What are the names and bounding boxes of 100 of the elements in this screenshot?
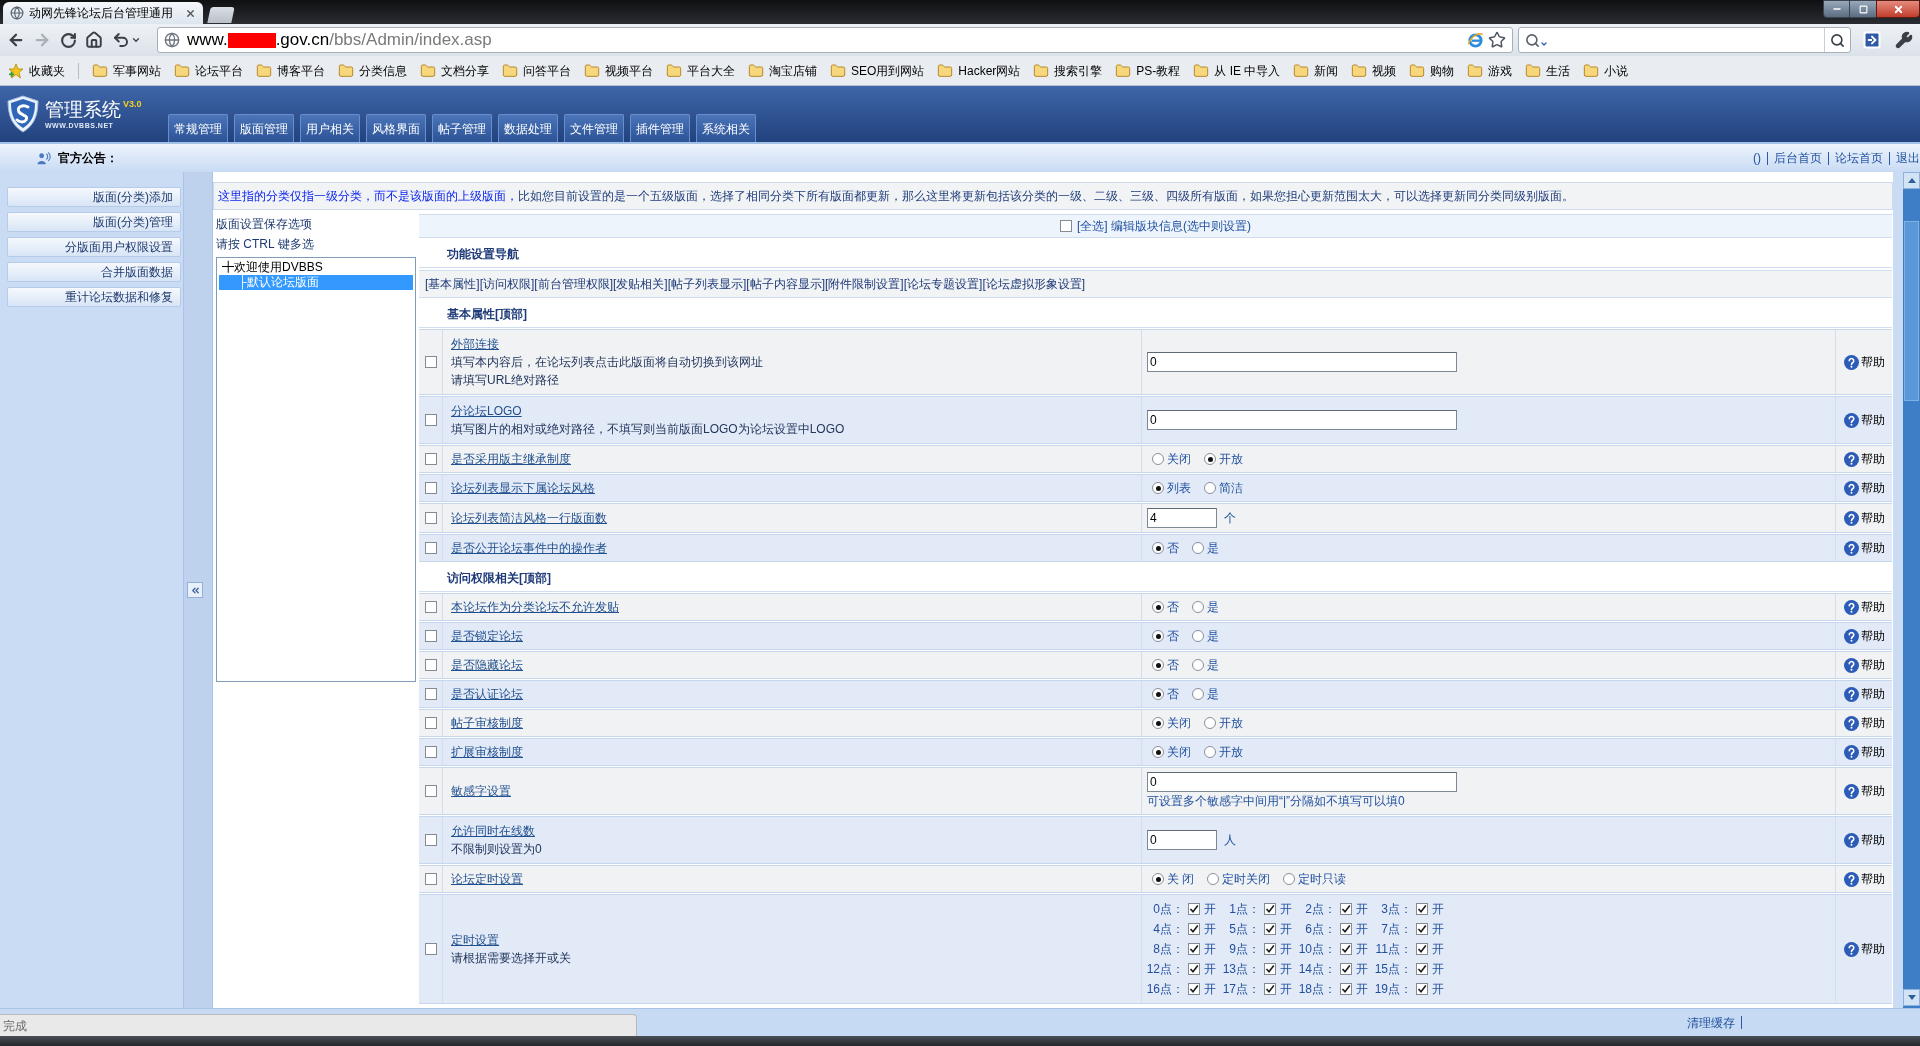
setting-link[interactable]: 是否公开论坛事件中的操作者: [451, 539, 607, 557]
favorites-button[interactable]: 收藏夹: [8, 59, 65, 82]
nav-tab[interactable]: 风格界面: [366, 114, 426, 142]
bookmark-folder[interactable]: 论坛平台: [174, 59, 243, 82]
radio-button[interactable]: [1207, 873, 1220, 885]
close-button[interactable]: [1876, 0, 1920, 18]
setting-link[interactable]: 允许同时在线数: [451, 822, 535, 840]
sidebar-menu-item[interactable]: 合并版面数据: [7, 262, 181, 282]
bookmark-folder[interactable]: SEO用到网站: [830, 59, 925, 82]
checkbox[interactable]: [1188, 943, 1200, 955]
radio-button[interactable]: [1152, 542, 1164, 554]
bookmark-folder[interactable]: 购物: [1409, 59, 1455, 82]
checkbox[interactable]: [424, 482, 437, 494]
radio-button[interactable]: [1152, 717, 1164, 729]
collapse-button[interactable]: [187, 582, 203, 598]
nav-tab[interactable]: 常规管理: [168, 114, 228, 142]
help-link[interactable]: 帮助: [1844, 743, 1885, 761]
help-link[interactable]: 帮助: [1844, 870, 1885, 888]
help-link[interactable]: 帮助: [1844, 656, 1885, 674]
sidebar-menu-item[interactable]: 分版面用户权限设置: [7, 237, 181, 257]
bookmark-folder[interactable]: 军事网站: [92, 59, 161, 82]
sidebar-menu-item[interactable]: 重计论坛数据和修复: [7, 287, 181, 307]
maximize-button[interactable]: [1850, 0, 1876, 18]
setting-link[interactable]: 外部连接: [451, 335, 499, 353]
checkbox[interactable]: [1188, 983, 1200, 995]
nav-tab[interactable]: 系统相关: [696, 114, 756, 142]
checkbox[interactable]: [424, 414, 437, 426]
radio-button[interactable]: [1192, 630, 1204, 642]
bookmark-folder[interactable]: 平台大全: [666, 59, 735, 82]
help-link[interactable]: 帮助: [1844, 411, 1885, 429]
help-link[interactable]: 帮助: [1844, 627, 1885, 645]
page-action-button[interactable]: [1861, 29, 1883, 51]
checkbox[interactable]: [424, 785, 437, 797]
text-field[interactable]: 0: [1147, 410, 1457, 430]
bookmark-folder[interactable]: 游戏: [1467, 59, 1513, 82]
nav-tab[interactable]: 数据处理: [498, 114, 558, 142]
checkbox[interactable]: [1340, 963, 1352, 975]
header-link[interactable]: 后台首页: [1774, 149, 1822, 167]
checkbox[interactable]: [424, 943, 437, 955]
anchor-link[interactable]: [帖子列表显示]: [667, 275, 747, 293]
radio-button[interactable]: [1192, 659, 1204, 671]
anchor-link[interactable]: [发贴相关]: [613, 275, 668, 293]
help-link[interactable]: 帮助: [1844, 940, 1885, 958]
bookmark-folder[interactable]: 小说: [1583, 59, 1629, 82]
checkbox[interactable]: [1264, 943, 1276, 955]
setting-link[interactable]: 是否隐藏论坛: [451, 656, 523, 674]
checkbox[interactable]: [424, 542, 437, 554]
browser-tab[interactable]: 动网先锋论坛后台管理通用: [3, 2, 203, 24]
checkbox[interactable]: [424, 512, 437, 524]
setting-link[interactable]: 论坛列表简洁风格一行版面数: [451, 509, 607, 527]
checkbox[interactable]: [424, 873, 437, 885]
scroll-up-button[interactable]: [1903, 172, 1920, 189]
bookmark-folder[interactable]: Hacker网站: [937, 59, 1021, 82]
new-tab-button[interactable]: [207, 7, 235, 23]
setting-link[interactable]: 论坛定时设置: [451, 870, 523, 888]
radio-button[interactable]: [1204, 482, 1216, 494]
help-link[interactable]: 帮助: [1844, 782, 1885, 800]
radio-button[interactable]: [1152, 482, 1164, 494]
minimize-button[interactable]: [1823, 0, 1850, 18]
setting-link[interactable]: 本论坛作为分类论坛不允许发贴: [451, 598, 619, 616]
bookmark-folder[interactable]: 生活: [1525, 59, 1571, 82]
bookmark-folder[interactable]: 淘宝店铺: [748, 59, 817, 82]
checkbox[interactable]: [424, 746, 437, 758]
checkbox[interactable]: [424, 717, 437, 729]
checkbox[interactable]: [424, 688, 437, 700]
checkbox[interactable]: [424, 601, 437, 613]
help-link[interactable]: 帮助: [1844, 539, 1885, 557]
help-link[interactable]: 帮助: [1844, 509, 1885, 527]
checkbox[interactable]: [1264, 923, 1276, 935]
search-field[interactable]: [1518, 27, 1851, 53]
radio-button[interactable]: [1192, 542, 1204, 554]
anchor-link[interactable]: [附件限制设置]: [825, 275, 904, 293]
checkbox[interactable]: [424, 659, 437, 671]
radio-button[interactable]: [1152, 746, 1164, 758]
sidebar-menu-item[interactable]: 版面(分类)添加: [7, 187, 181, 207]
star-icon[interactable]: [1488, 31, 1506, 49]
scrollbar-thumb[interactable]: [1904, 221, 1919, 401]
checkbox[interactable]: [1416, 943, 1428, 955]
scroll-down-button[interactable]: [1903, 989, 1920, 1006]
nav-tab[interactable]: 用户相关: [300, 114, 360, 142]
setting-link[interactable]: 是否认证论坛: [451, 685, 523, 703]
radio-button[interactable]: [1204, 746, 1216, 758]
checkbox[interactable]: [424, 834, 437, 846]
bookmark-folder[interactable]: 新闻: [1293, 59, 1339, 82]
checkbox[interactable]: [424, 453, 437, 465]
nav-tab[interactable]: 帖子管理: [432, 114, 492, 142]
radio-button[interactable]: [1152, 453, 1164, 465]
close-icon[interactable]: [185, 7, 196, 19]
checkbox[interactable]: [1416, 963, 1428, 975]
checkbox[interactable]: [1264, 963, 1276, 975]
bookmark-folder[interactable]: 博客平台: [256, 59, 325, 82]
address-field[interactable]: www. .gov.cn/bbs/Admin/index.asp: [157, 27, 1513, 53]
checkbox[interactable]: [1416, 923, 1428, 935]
board-listbox[interactable]: ╋欢迎使用DVBBS ├默认论坛版面: [216, 257, 416, 682]
setting-link[interactable]: 扩展审核制度: [451, 743, 523, 761]
checkbox[interactable]: [424, 630, 437, 642]
help-link[interactable]: 帮助: [1844, 450, 1885, 468]
radio-button[interactable]: [1283, 873, 1296, 885]
anchor-link[interactable]: [论坛专题设置]: [903, 275, 983, 293]
help-link[interactable]: 帮助: [1844, 479, 1885, 497]
